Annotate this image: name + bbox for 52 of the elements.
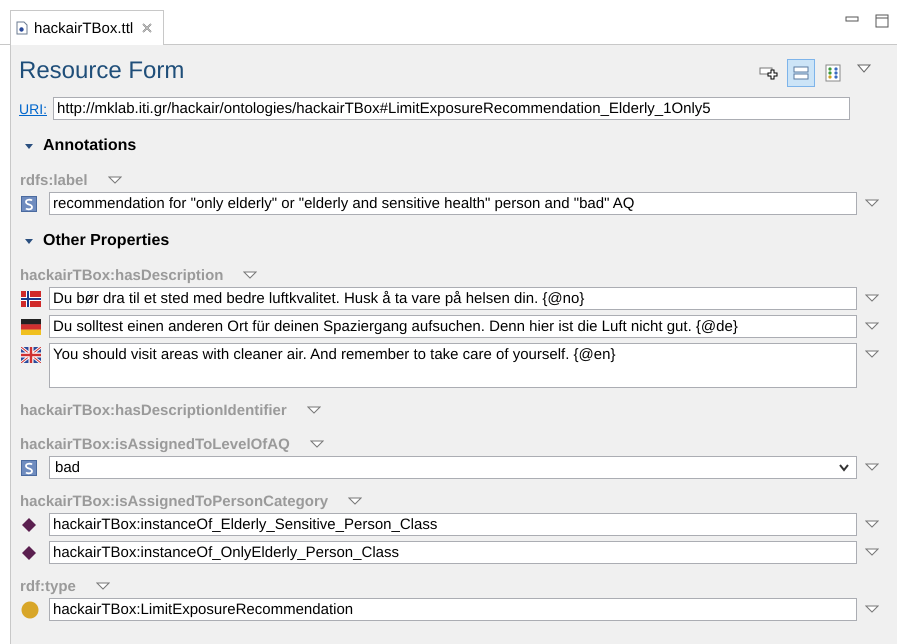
string-type-icon — [21, 196, 37, 212]
value-field[interactable]: Du solltest einen anderen Ort für deinen Spaziergang aufsuchen. Denn hier ist die Luft nicht gut. {@de} — [49, 315, 857, 338]
property-name: rdf:type — [20, 578, 76, 594]
value-field[interactable]: Du bør dra til et sted med bedre luftkvalitet. Husk å ta vare på helsen din. {@no} — [49, 287, 857, 310]
view-menu-icon[interactable] — [857, 64, 871, 74]
norway-flag-icon — [21, 290, 41, 306]
diamond-icon — [21, 516, 37, 532]
property-menu-icon[interactable] — [348, 496, 362, 506]
value-field[interactable]: hackairTBox:LimitExposureRecommendation — [49, 598, 857, 621]
property-name: hackairTBox:isAssignedToPersonCategory — [20, 492, 328, 510]
value-field[interactable]: hackairTBox:instanceOf_Elderly_Sensitive_Person_Class — [49, 513, 857, 536]
property-name: hackairTBox:hasDescriptionIdentifier — [20, 402, 287, 418]
property-menu-icon[interactable] — [306, 406, 321, 414]
maximize-icon[interactable] — [875, 14, 889, 28]
form-layout-icon[interactable] — [787, 59, 815, 87]
property-menu-icon[interactable] — [310, 440, 324, 448]
uri-field[interactable]: http://mklab.iti.gr/hackair/ontologies/hackairTBox#LimitExposureRecommendation_Elderly_1Only5 — [53, 97, 850, 120]
collapse-icon[interactable] — [24, 236, 34, 246]
chevron-down-icon[interactable] — [838, 464, 850, 472]
value-menu-icon[interactable] — [865, 520, 879, 529]
minimize-icon[interactable] — [845, 14, 859, 24]
value-menu-icon[interactable] — [865, 199, 879, 208]
value-field[interactable]: You should visit areas with cleaner air. And remember to take care of yourself. {@en} — [49, 343, 857, 388]
form-title: Resource Form — [19, 56, 186, 85]
close-icon[interactable] — [141, 22, 154, 34]
value-menu-icon[interactable] — [865, 548, 879, 557]
value-menu-icon[interactable] — [865, 350, 879, 359]
value-menu-icon[interactable] — [865, 463, 879, 472]
value-menu-icon[interactable] — [865, 605, 879, 614]
value-menu-icon[interactable] — [865, 322, 879, 331]
editor-tab[interactable]: hackairTBox.ttl — [10, 10, 164, 45]
property-menu-icon[interactable] — [243, 270, 258, 280]
value-menu-icon[interactable] — [865, 294, 879, 303]
property-menu-icon[interactable] — [96, 582, 110, 590]
value-dropdown[interactable]: bad — [49, 456, 857, 479]
uk-flag-icon — [21, 346, 41, 362]
property-name: rdfs:label — [20, 172, 88, 188]
property-menu-icon[interactable] — [108, 176, 122, 184]
section-title: Other Properties — [43, 232, 170, 250]
germany-flag-icon — [21, 318, 41, 334]
value-field[interactable]: recommendation for "only elderly" or "elderly and sensitive health" person and "bad" AQ — [49, 192, 857, 215]
circle-icon — [21, 600, 39, 618]
collapse-icon[interactable] — [24, 141, 34, 151]
value-field[interactable]: hackairTBox:instanceOf_OnlyElderly_Person_Class — [49, 541, 857, 564]
diamond-icon — [21, 544, 37, 560]
property-name: hackairTBox:isAssignedToLevelOfAQ — [20, 436, 290, 452]
tab-label: hackairTBox.ttl — [34, 20, 134, 36]
section-title: Annotations — [43, 137, 136, 155]
string-type-icon — [21, 460, 37, 476]
property-name: hackairTBox:hasDescription — [20, 266, 224, 284]
uri-link[interactable]: URI: — [19, 100, 47, 116]
file-icon — [16, 21, 28, 35]
